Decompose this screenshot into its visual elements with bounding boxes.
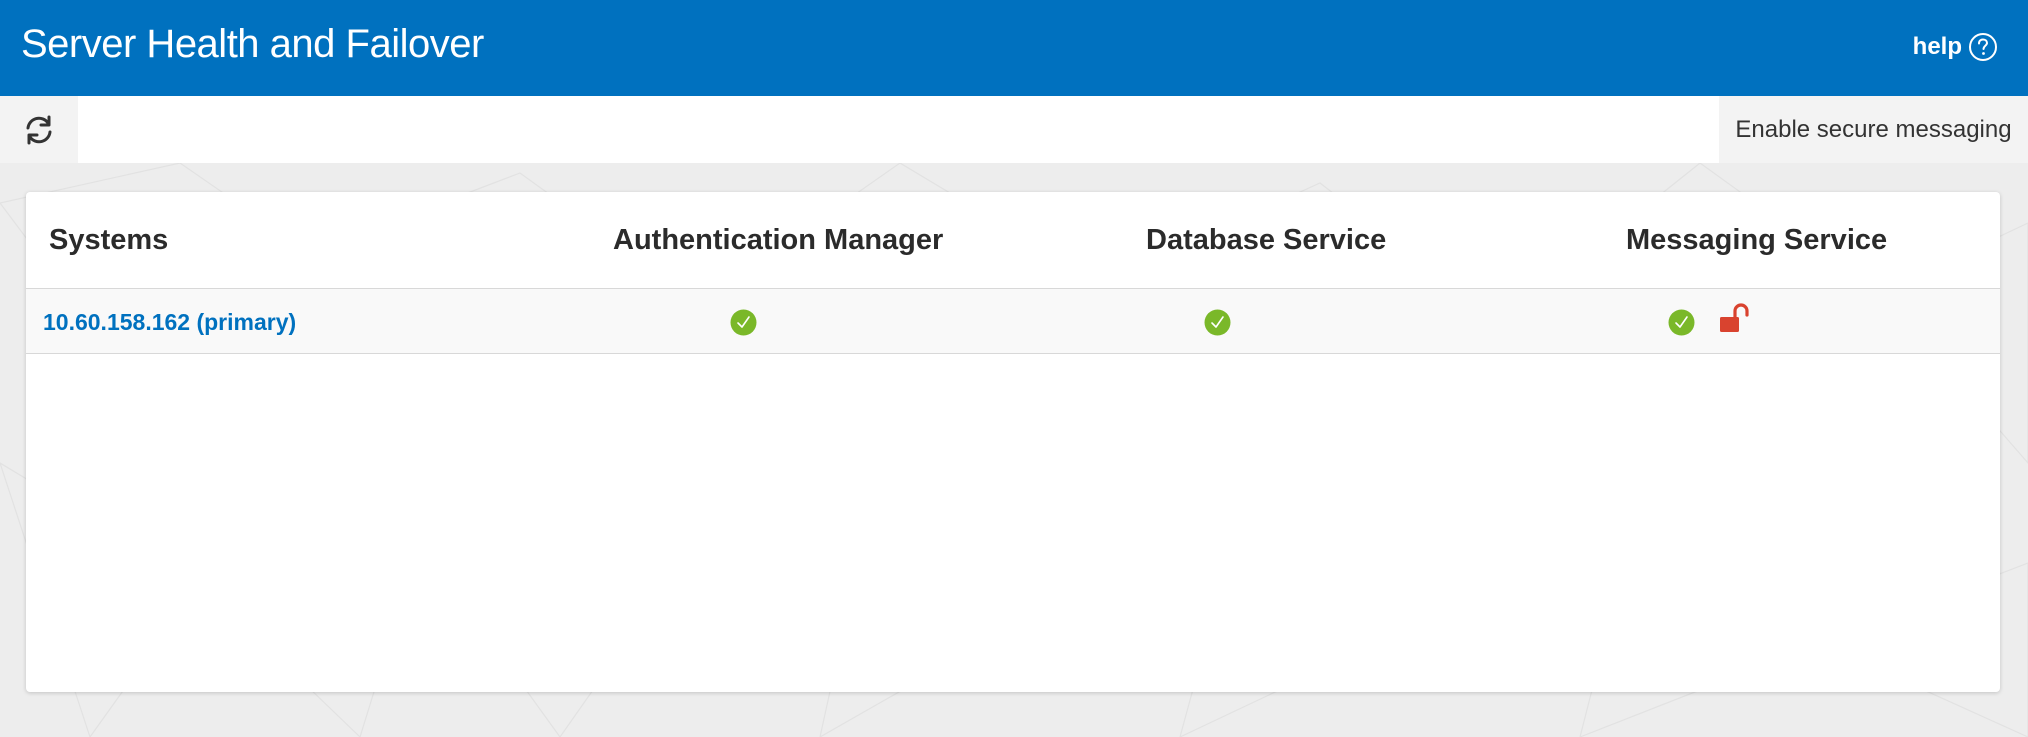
help-link[interactable]: help (1913, 32, 1998, 62)
enable-secure-messaging-button[interactable]: Enable secure messaging (1719, 96, 2028, 163)
check-circle-icon (1668, 309, 1695, 336)
column-header-messaging-service: Messaging Service (1626, 224, 1888, 256)
table-row: 10.60.158.162 (primary) (26, 289, 2000, 354)
question-circle-icon (1969, 33, 1997, 61)
column-header-authentication-manager: Authentication Manager (613, 224, 944, 256)
page-title: Server Health and Failover (21, 22, 484, 66)
column-header-database-service: Database Service (1146, 224, 1387, 256)
system-link-primary[interactable]: 10.60.158.162 (primary) (43, 309, 296, 336)
app-header: Server Health and Failover help (0, 0, 2028, 96)
toolbar: Enable secure messaging (0, 96, 2028, 163)
table-header: Systems Authentication Manager Database … (26, 192, 2000, 289)
check-circle-icon (1204, 309, 1231, 336)
refresh-icon (26, 115, 52, 144)
health-table-panel: Systems Authentication Manager Database … (26, 192, 2000, 692)
refresh-button[interactable] (0, 96, 78, 163)
help-label: help (1912, 33, 1962, 60)
unlocked-icon[interactable] (1718, 303, 1750, 335)
column-header-systems: Systems (49, 224, 169, 256)
check-circle-icon (730, 309, 757, 336)
